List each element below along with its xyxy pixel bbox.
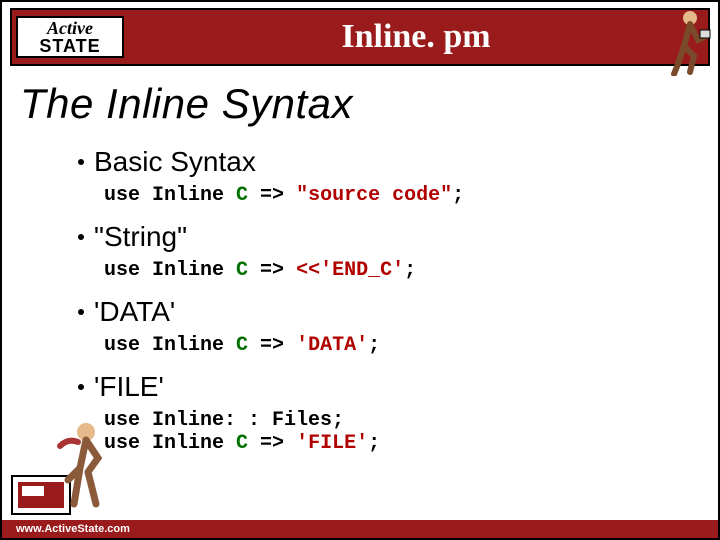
list-item: 'DATA' use Inline C => 'DATA'; [78, 296, 708, 357]
bullet-label: 'FILE' [94, 371, 164, 403]
runner-figure-icon [660, 6, 714, 76]
bullet-label: "String" [94, 221, 187, 253]
title-bar: Active STATE Inline. pm [10, 8, 710, 66]
footer-url: www.ActiveState.com [16, 523, 130, 535]
logo-line-active: Active [47, 19, 93, 37]
worker-figure-icon [8, 408, 118, 518]
code-line: use Inline: : Files; use Inline C => 'FI… [104, 409, 708, 455]
slide-heading: The Inline Syntax [20, 80, 708, 128]
bullet-dot-icon [78, 384, 84, 390]
bullet-list: Basic Syntax use Inline C => "source cod… [78, 146, 708, 455]
slide: Active STATE Inline. pm The Inline Synta… [0, 0, 720, 540]
slide-title: Inline. pm [124, 18, 708, 56]
logo-line-state: STATE [39, 37, 100, 55]
bullet-dot-icon [78, 159, 84, 165]
list-item: "String" use Inline C => <<'END_C'; [78, 221, 708, 282]
bullet-label: 'DATA' [94, 296, 175, 328]
activestate-logo: Active STATE [16, 16, 124, 58]
slide-body: The Inline Syntax Basic Syntax use Inlin… [2, 66, 718, 455]
bullet-dot-icon [78, 234, 84, 240]
list-item: 'FILE' use Inline: : Files; use Inline C… [78, 371, 708, 455]
code-line: use Inline C => <<'END_C'; [104, 259, 708, 282]
footer-bar: www.ActiveState.com [2, 520, 718, 538]
code-line: use Inline C => "source code"; [104, 184, 708, 207]
bullet-dot-icon [78, 309, 84, 315]
code-line: use Inline C => 'DATA'; [104, 334, 708, 357]
list-item: Basic Syntax use Inline C => "source cod… [78, 146, 708, 207]
bullet-label: Basic Syntax [94, 146, 256, 178]
